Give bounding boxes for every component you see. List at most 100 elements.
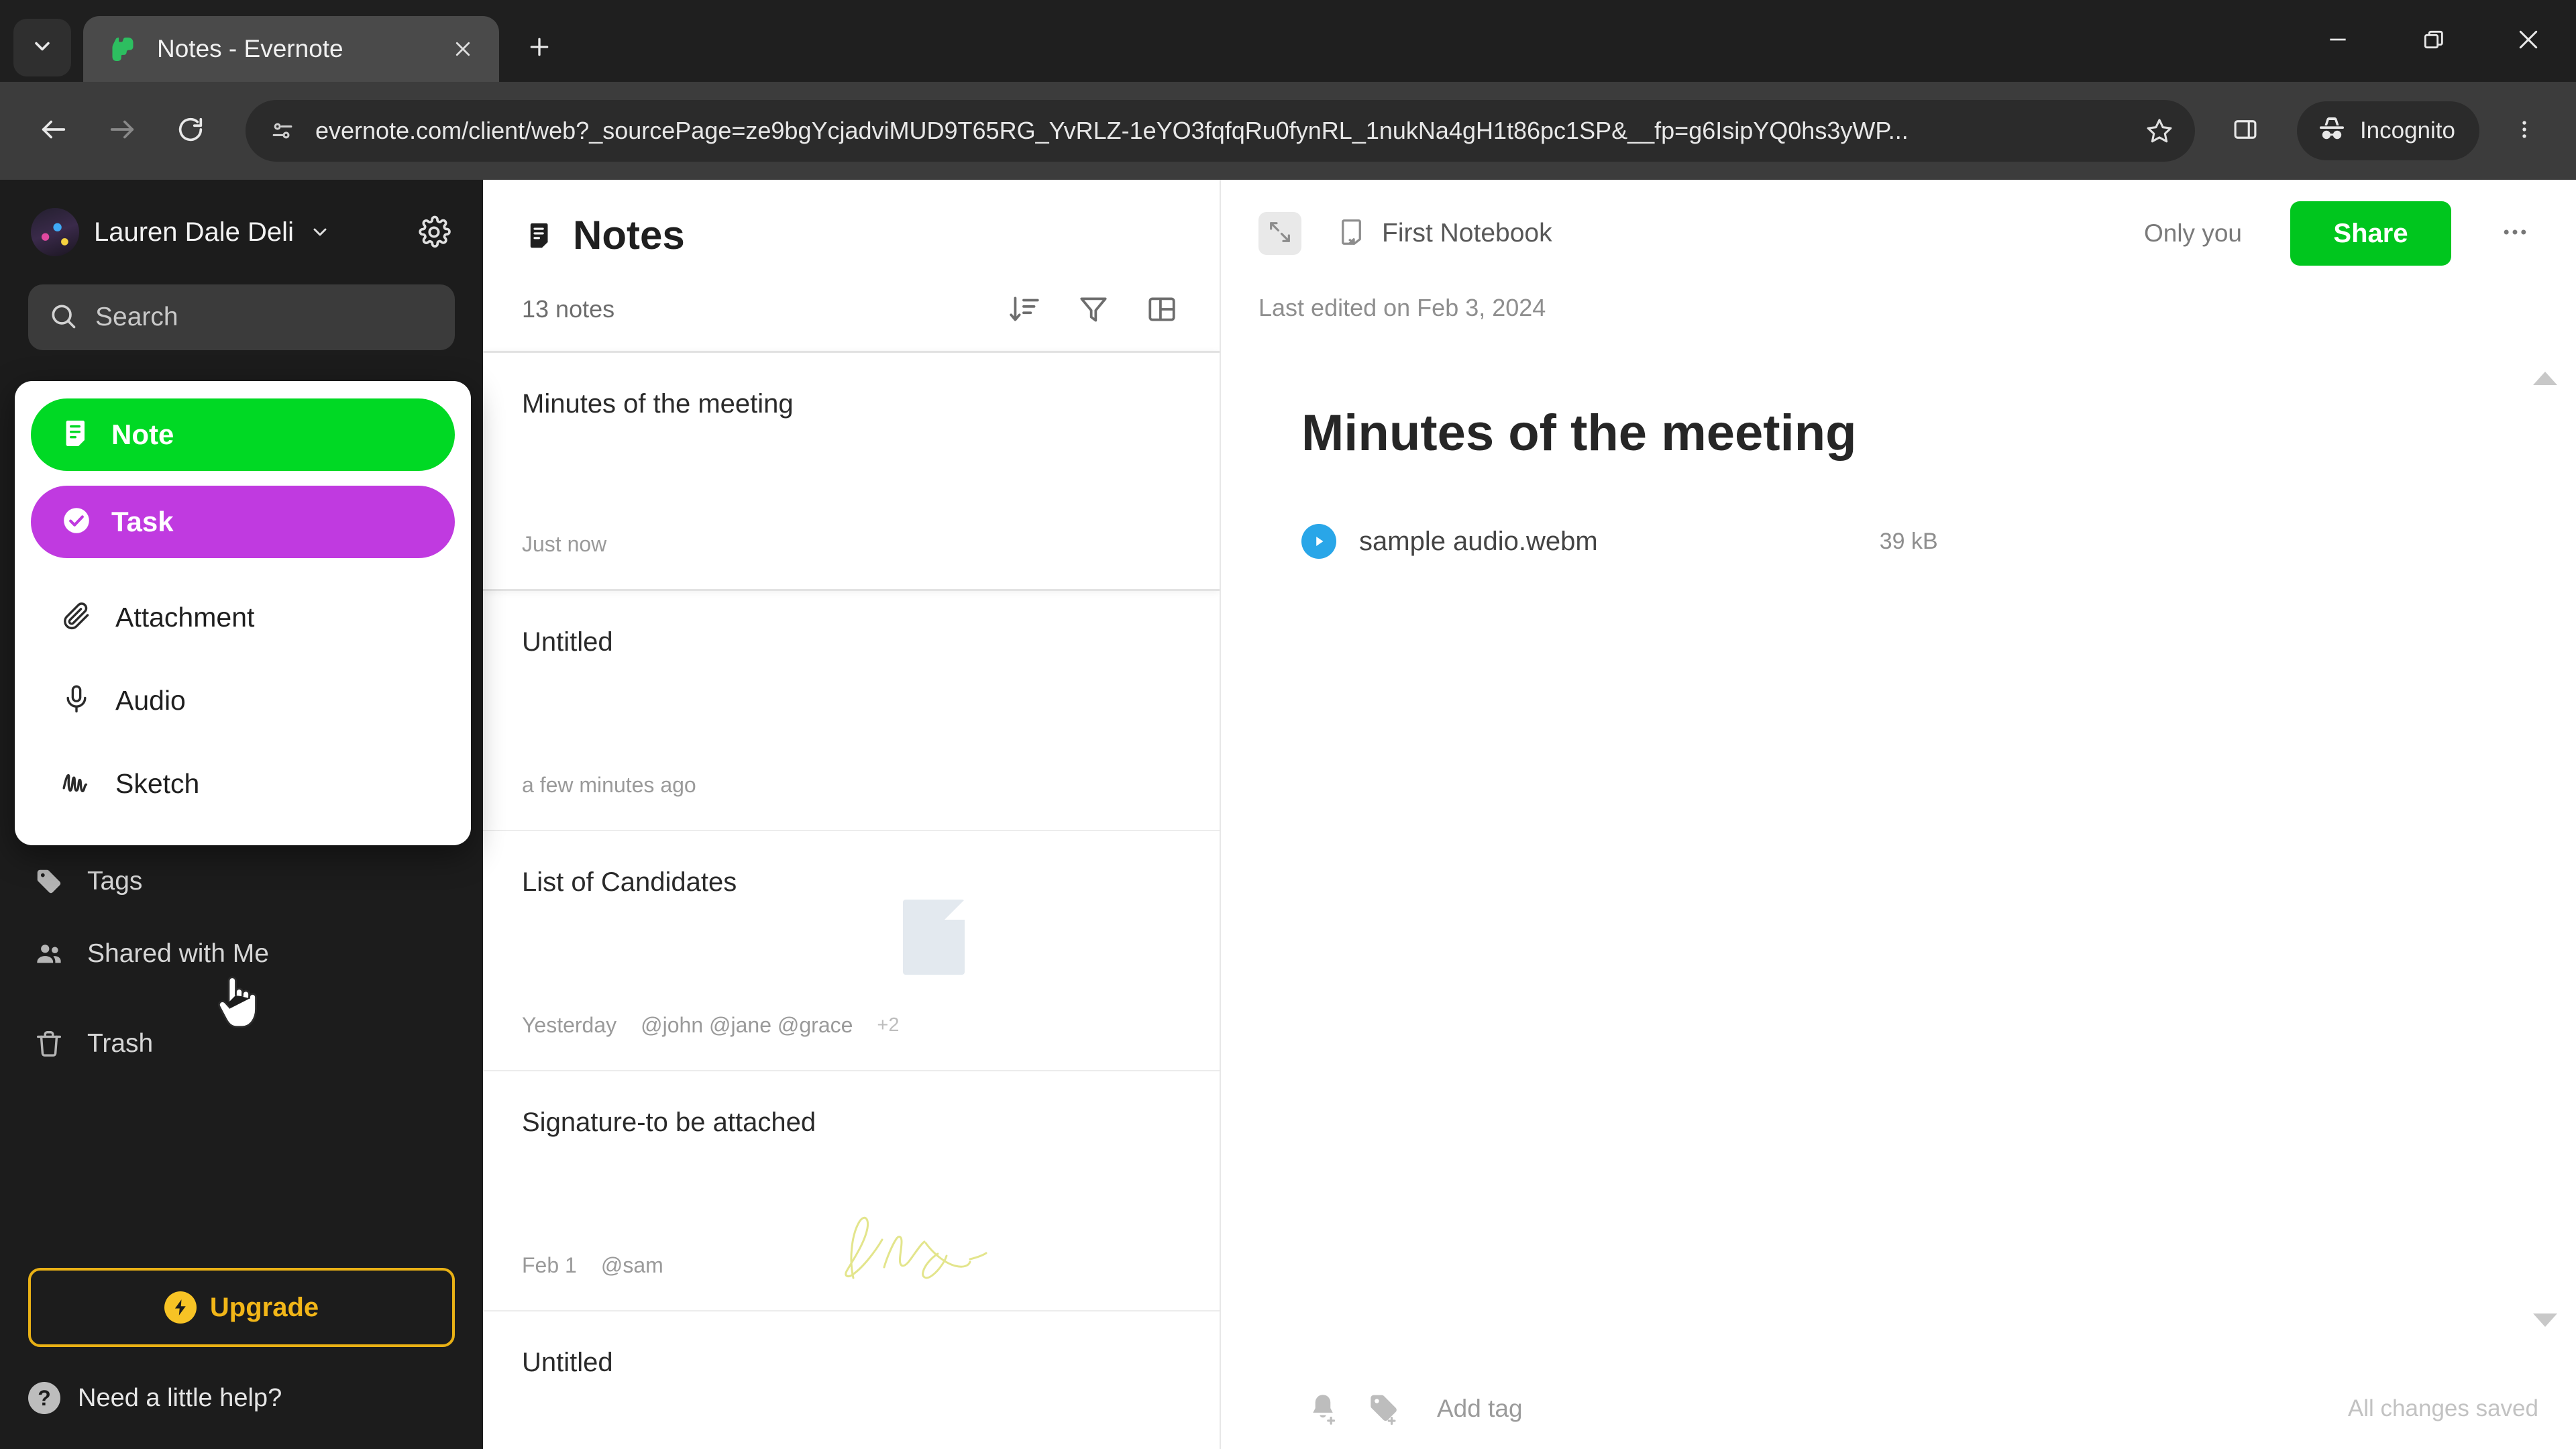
menu-item-attachment[interactable]: Attachment	[31, 576, 455, 659]
note-list-item[interactable]: Minutes of the meeting Just now	[483, 351, 1220, 591]
profile-incognito-button[interactable]: Incognito	[2296, 101, 2479, 160]
microphone-icon	[60, 683, 93, 718]
tag-icon	[31, 866, 67, 897]
arrow-right-icon	[107, 114, 138, 148]
tab-search-button[interactable]	[13, 19, 71, 76]
notebook-chip[interactable]: First Notebook	[1336, 217, 1552, 251]
page-title: Notes	[573, 213, 685, 258]
close-icon	[2515, 26, 2542, 56]
check-circle-icon	[60, 504, 93, 540]
add-tag-label[interactable]: Add tag	[1437, 1395, 1523, 1423]
new-item-menu: Note Task Attachment Audio Sketch	[15, 381, 471, 845]
trash-icon	[31, 1028, 67, 1059]
more-options-button[interactable]	[2491, 210, 2538, 257]
note-item-more-tags: +2	[877, 1014, 900, 1036]
gear-icon[interactable]	[413, 211, 455, 253]
note-item-tags: @sam	[600, 1253, 663, 1277]
chevron-down-icon	[30, 34, 54, 62]
share-button[interactable]: Share	[2290, 201, 2451, 266]
note-item-meta: Just now	[522, 532, 606, 557]
expand-icon	[1267, 219, 1293, 249]
editor-body[interactable]: Minutes of the meeting sample audio.webm…	[1221, 322, 2576, 1368]
paperclip-icon	[60, 600, 93, 635]
sidebar-item-label: Tags	[87, 867, 143, 896]
add-tag-icon[interactable]	[1362, 1387, 1405, 1430]
chevron-down-icon[interactable]	[309, 221, 331, 244]
reminder-bell-icon[interactable]	[1301, 1387, 1344, 1430]
help-button[interactable]: ? Need a little help?	[28, 1382, 455, 1414]
search-icon	[48, 301, 78, 334]
menu-item-label: Audio	[115, 684, 186, 716]
document-thumbnail-icon	[903, 900, 965, 975]
sketch-icon	[60, 766, 93, 802]
three-dots-vertical-icon	[2513, 118, 2536, 144]
note-item-date: a few minutes ago	[522, 773, 696, 797]
sidebar-item-tags[interactable]: Tags	[0, 845, 483, 918]
layout-icon[interactable]	[1143, 290, 1181, 328]
sidebar-item-shared-with-me[interactable]: Shared with Me	[0, 918, 483, 990]
forward-button[interactable]	[91, 100, 153, 162]
evernote-app: Lauren Dale Deli Search Tags Shared with…	[0, 180, 2576, 1449]
close-window-button[interactable]	[2481, 0, 2576, 82]
menu-item-label: Attachment	[115, 601, 255, 633]
note-list-item[interactable]: Untitled	[483, 1311, 1220, 1449]
star-icon[interactable]	[2140, 111, 2179, 150]
new-tab-button[interactable]	[514, 23, 565, 74]
scroll-up-button[interactable]	[2532, 370, 2559, 386]
note-item-date: Just now	[522, 532, 607, 556]
menu-item-label: Task	[111, 506, 174, 537]
reload-button[interactable]	[160, 100, 221, 162]
note-item-meta: Feb 1 @sam	[522, 1253, 663, 1278]
editor-footer: Add tag All changes saved	[1221, 1368, 2576, 1449]
side-panel-button[interactable]	[2216, 102, 2274, 160]
upgrade-label: Upgrade	[209, 1292, 319, 1322]
menu-item-task[interactable]: Task	[31, 486, 455, 558]
note-item-title: Minutes of the meeting	[522, 389, 794, 419]
note-icon	[522, 217, 558, 254]
question-mark-icon: ?	[28, 1382, 60, 1414]
play-icon[interactable]	[1301, 524, 1336, 559]
note-list-item[interactable]: Untitled a few minutes ago	[483, 591, 1220, 831]
address-bar[interactable]: evernote.com/client/web?_sourcePage=ze9b…	[246, 100, 2195, 162]
avatar	[31, 208, 79, 256]
browser-tab[interactable]: Notes - Evernote	[83, 16, 499, 82]
audio-attachment[interactable]: sample audio.webm 39 kB	[1221, 524, 2576, 559]
funnel-icon[interactable]	[1075, 290, 1112, 328]
editor-header: First Notebook Only you Share	[1221, 180, 2576, 287]
url-text: evernote.com/client/web?_sourcePage=ze9b…	[315, 117, 1909, 144]
sidebar-item-trash[interactable]: Trash	[0, 1008, 483, 1080]
signature-thumbnail-icon	[825, 1184, 1006, 1285]
arrow-left-icon	[38, 114, 69, 148]
account-row[interactable]: Lauren Dale Deli	[0, 180, 483, 256]
page-settings-icon[interactable]	[266, 114, 299, 148]
close-icon[interactable]	[444, 30, 482, 68]
menu-item-label: Note	[111, 419, 174, 450]
scroll-down-button[interactable]	[2532, 1312, 2559, 1328]
account-name: Lauren Dale Deli	[94, 217, 294, 247]
attachment-filename: sample audio.webm	[1359, 526, 1598, 556]
note-list-item[interactable]: Signature-to be attached Feb 1 @sam	[483, 1071, 1220, 1311]
browser-toolbar: evernote.com/client/web?_sourcePage=ze9b…	[0, 82, 2576, 180]
browser-menu-button[interactable]	[2496, 102, 2553, 160]
menu-item-sketch[interactable]: Sketch	[31, 742, 455, 825]
notebook-icon	[1336, 217, 1367, 251]
reload-icon	[175, 114, 206, 148]
maximize-button[interactable]	[2385, 0, 2481, 82]
expand-button[interactable]	[1258, 212, 1301, 255]
upgrade-button[interactable]: Upgrade	[28, 1268, 455, 1347]
note-list-item[interactable]: List of Candidates Yesterday @john @jane…	[483, 831, 1220, 1071]
minimize-button[interactable]	[2290, 0, 2385, 82]
search-input[interactable]: Search	[28, 284, 455, 350]
note-title[interactable]: Minutes of the meeting	[1221, 404, 2576, 462]
sort-descending-icon[interactable]	[1006, 290, 1044, 328]
incognito-icon	[2316, 113, 2348, 149]
note-icon	[60, 417, 93, 453]
note-item-title: List of Candidates	[522, 867, 737, 897]
people-icon	[31, 938, 67, 969]
restore-icon	[2420, 26, 2447, 56]
browser-window: Notes - Evernote evernote.com/client/web…	[0, 0, 2576, 1449]
back-button[interactable]	[23, 100, 85, 162]
plus-icon	[526, 34, 553, 64]
menu-item-note[interactable]: Note	[31, 398, 455, 471]
menu-item-audio[interactable]: Audio	[31, 659, 455, 742]
